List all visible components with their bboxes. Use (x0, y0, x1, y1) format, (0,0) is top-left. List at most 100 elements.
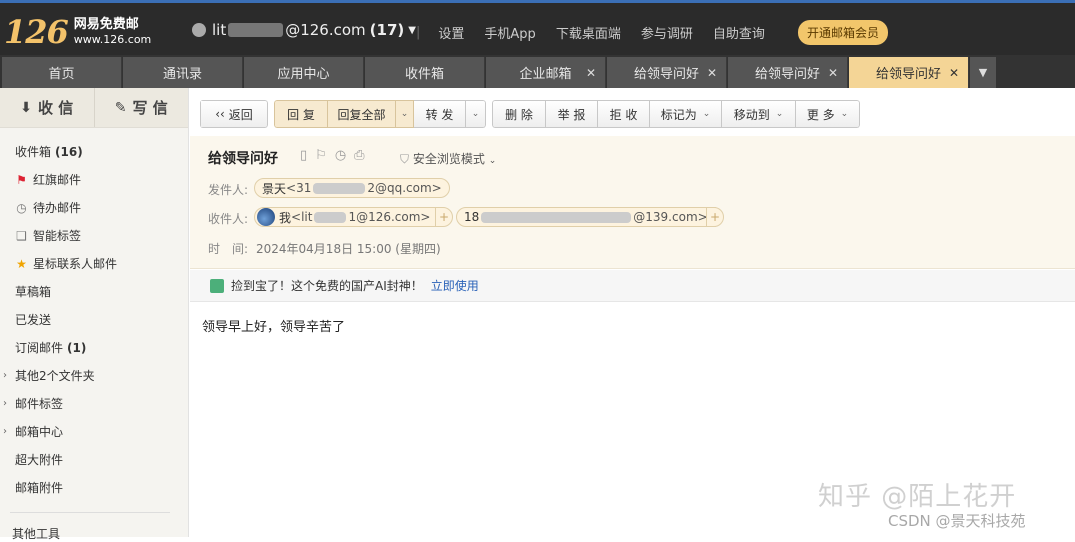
folder-count: (16) (55, 144, 83, 159)
close-icon[interactable]: ✕ (828, 66, 838, 80)
top-links: | 设置 手机App 下载桌面端 参与调研 自助查询 (416, 23, 785, 42)
flag-icon[interactable]: ⚐ (315, 148, 327, 163)
logo[interactable]: 126 网易免费邮 www.126.com (4, 13, 151, 51)
message-body: 领导早上好，领导辛苦了 (202, 320, 346, 335)
tab-app-center[interactable]: 应用中心 (244, 57, 364, 88)
sidebar-item-large-attachments[interactable]: 超大附件 (15, 451, 63, 468)
tab-label: 给领导问好 (754, 67, 820, 82)
close-icon[interactable]: ✕ (707, 66, 717, 80)
tab-home[interactable]: 首页 (2, 57, 122, 88)
message-subject: 给领导问好 (208, 151, 278, 167)
add-contact-icon[interactable]: + (706, 207, 724, 227)
sidebar-item-flagged[interactable]: ⚑ 红旗邮件 (15, 171, 81, 188)
add-contact-icon[interactable]: + (435, 207, 453, 227)
settings-link[interactable]: 设置 (438, 23, 464, 42)
sidebar-item-other-folders[interactable]: › 其他2个文件夹 (3, 367, 95, 384)
avatar (257, 208, 275, 226)
tab-enterprise-mail[interactable]: 企业邮箱 ✕ (486, 57, 606, 88)
sidebar-item-drafts[interactable]: 草稿箱 (15, 283, 51, 300)
logo-title: 网易免费邮 (73, 17, 139, 32)
forward-dropdown-button[interactable]: ⌄ (466, 100, 486, 128)
sidebar-item-tools[interactable]: 其他工具 (12, 525, 60, 542)
more-button[interactable]: 更 多 ⌄ (796, 100, 860, 128)
from-label: 发件人: (208, 183, 249, 197)
vip-button[interactable]: 开通邮箱会员 (798, 20, 889, 45)
receive-button[interactable]: ⬇ 收 信 (0, 88, 94, 127)
close-icon[interactable]: ✕ (586, 66, 596, 80)
self-service-link[interactable]: 自助查询 (713, 23, 765, 42)
mobile-app-link[interactable]: 手机App (484, 23, 535, 42)
chevron-down-icon: ⌄ (488, 156, 497, 166)
folder-label: 已发送 (15, 313, 52, 327)
sidebar-item-attachments[interactable]: 邮箱附件 (15, 479, 63, 496)
reply-button[interactable]: 回 复 (274, 100, 328, 128)
sidebar-item-inbox[interactable]: 收件箱 (16) (15, 143, 83, 160)
recipient-pill[interactable]: 我 <lit 1@126.com> (254, 207, 439, 227)
button-label: 转 发 (425, 107, 454, 122)
chevron-down-icon: ▼ (408, 24, 416, 36)
sender-pill[interactable]: 景天 <31 2@qq.com> (254, 178, 450, 198)
mark-as-button[interactable]: 标记为 ⌄ (650, 100, 722, 128)
delete-button[interactable]: 删 除 (492, 100, 546, 128)
download-desktop-link[interactable]: 下载桌面端 (556, 23, 621, 42)
sidebar-item-mail-tags[interactable]: › 邮件标签 (3, 395, 64, 412)
reply-all-button[interactable]: 回复全部 (328, 100, 396, 128)
time-value: 2024年04月18日 15:00 (星期四) (256, 242, 441, 256)
compose-button[interactable]: ✎ 写 信 (93, 88, 189, 127)
tab-label: 给领导问好 (633, 67, 699, 82)
forward-button[interactable]: 转 发 (414, 100, 466, 128)
chevron-down-icon: ⌄ (471, 109, 480, 119)
zhihu-watermark: 知乎 @陌上花开 (818, 482, 1017, 512)
button-label: 回 复 (287, 107, 315, 122)
tab-message[interactable]: 给领导问好 ✕ (607, 57, 727, 88)
back-button[interactable]: ‹‹ 返回 (200, 100, 268, 128)
safe-browsing-toggle[interactable]: ⛉ 安全浏览模式 ⌄ (400, 150, 496, 167)
double-chevron-left-icon: ‹‹ (215, 107, 225, 121)
folder-label: 邮件标签 (15, 397, 64, 411)
reply-dropdown-button[interactable]: ⌄ (396, 100, 414, 128)
star-icon: ★ (16, 256, 27, 271)
tab-inbox[interactable]: 收件箱 (365, 57, 485, 88)
folder-label: 草稿箱 (15, 285, 52, 299)
sidebar-item-mailbox-center[interactable]: › 邮箱中心 (3, 423, 63, 440)
tab-contacts[interactable]: 通讯录 (123, 57, 243, 88)
clock-icon: ◷ (16, 200, 27, 215)
button-label: 举 报 (557, 107, 586, 122)
to-label: 收件人: (208, 212, 249, 226)
sidebar-item-todo[interactable]: ◷ 待办邮件 (15, 199, 81, 216)
account-switcher[interactable]: lit @126.com (17) ▼ (192, 21, 416, 39)
chevron-down-icon: ⌄ (702, 109, 711, 119)
bookmark-icon[interactable]: ▯ (300, 148, 307, 163)
chevron-right-icon: › (3, 398, 7, 409)
button-label: 移动到 (733, 107, 770, 122)
reject-button[interactable]: 拒 收 (598, 100, 650, 128)
sender-addr-suffix: 2@qq.com> (367, 181, 442, 195)
csdn-watermark: CSDN @景天科技苑 (888, 512, 1026, 530)
message-view: ‹‹ 返回 回 复 回复全部 ⌄ 转 发 ⌄ 删 除 举 报 拒 收 标记为 ⌄ … (190, 88, 1075, 537)
bookmark-icon: ❑ (16, 228, 27, 243)
report-button[interactable]: 举 报 (546, 100, 598, 128)
folder-label: 邮箱附件 (15, 481, 64, 495)
sidebar-item-starred-contacts[interactable]: ★ 星标联系人邮件 (15, 255, 117, 272)
print-icon[interactable]: ⎙ (354, 148, 364, 163)
sidebar-item-subscriptions[interactable]: 订阅邮件 (1) (15, 339, 86, 356)
move-to-button[interactable]: 移动到 ⌄ (722, 100, 796, 128)
redacted-blur (228, 23, 284, 37)
recipient-pill[interactable]: 18 @139.com> (456, 207, 716, 227)
sidebar-item-smart-tags[interactable]: ❑ 智能标签 (15, 227, 81, 244)
recipient-addr-suffix: @139.com> (633, 210, 708, 224)
button-label: 回复全部 (337, 107, 386, 122)
compose-label: 写 信 (132, 99, 168, 117)
clock-icon[interactable]: ◷ (335, 148, 346, 163)
tab-message[interactable]: 给领导问好 ✕ (728, 57, 848, 88)
chevron-down-icon[interactable]: ▼ (970, 57, 996, 88)
sidebar-item-sent[interactable]: 已发送 (15, 311, 51, 328)
survey-link[interactable]: 参与调研 (641, 23, 693, 42)
chevron-down-icon: ⌄ (840, 109, 849, 119)
tab-message-active[interactable]: 给领导问好 ✕ (849, 57, 969, 88)
close-icon[interactable]: ✕ (949, 66, 959, 80)
promo-link[interactable]: 立即使用 (431, 277, 479, 294)
account-suffix: @126.com (285, 21, 366, 39)
account-prefix: lit (212, 21, 227, 39)
button-label: 删 除 (505, 107, 533, 122)
